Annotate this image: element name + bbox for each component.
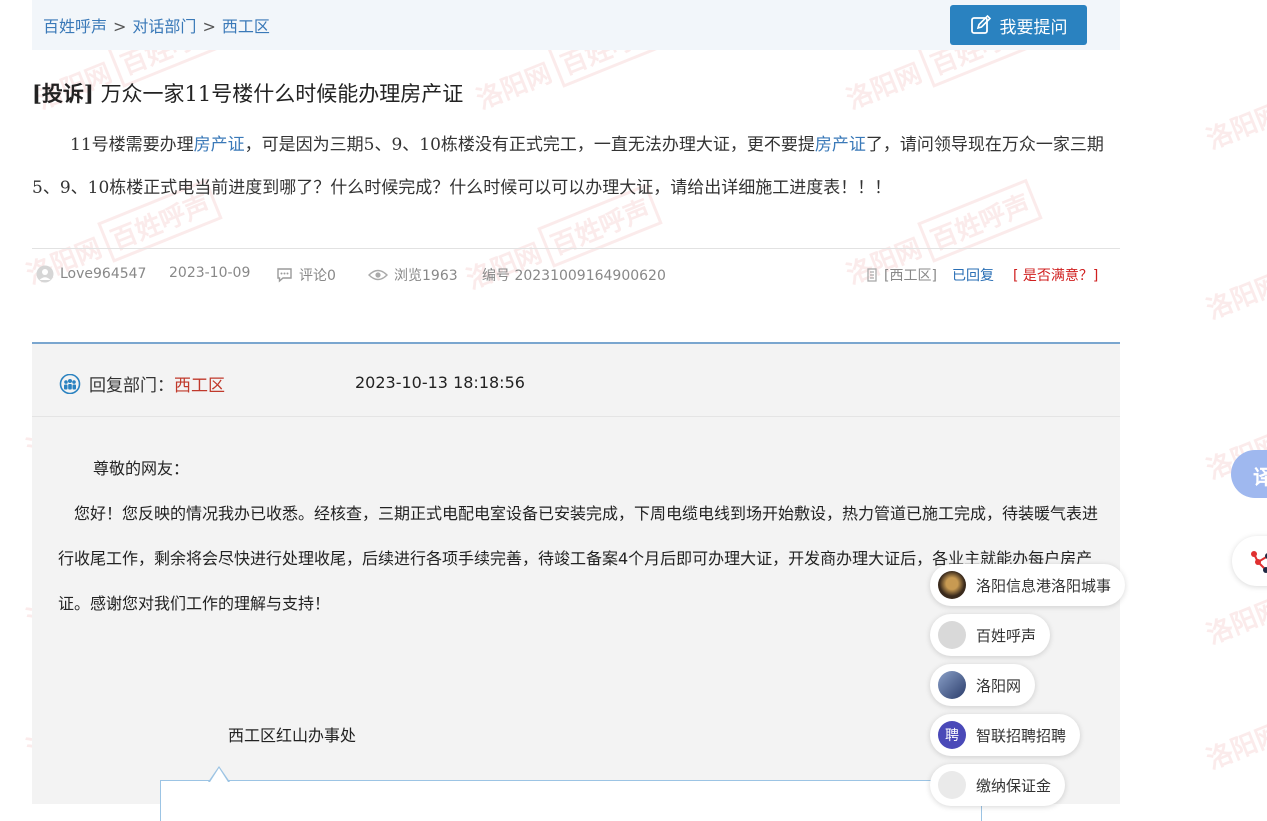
user-icon [36, 265, 54, 283]
chip-luoyang-xinxigang[interactable]: 洛阳信息港洛阳城事 [930, 564, 1126, 606]
post-body: 11号楼需要办理房产证，可是因为三期5、9、10栋楼没有正式完工，一直无法办理大… [32, 124, 1120, 210]
comment-icon [277, 268, 292, 283]
chip-label: 百姓呼声 [976, 626, 1037, 645]
chip-baozhengjin[interactable]: 缴纳保证金 [930, 764, 1066, 806]
department-icon [59, 373, 81, 394]
chip-label: 洛阳网 [976, 676, 1022, 695]
ask-question-button[interactable]: 我要提问 [950, 5, 1087, 45]
edit-icon [970, 14, 991, 34]
post-title-text: 万众一家11号楼什么时候能办理房产证 [100, 82, 464, 106]
translate-float-button[interactable]: 译 [1231, 450, 1267, 498]
post-body-part: 11号楼需要办理 [70, 135, 194, 155]
view-count: 浏览1963 [368, 265, 458, 285]
satisfaction-text: [ 是否满意？] [1013, 268, 1099, 284]
translate-icon: 译 [1253, 465, 1267, 489]
author[interactable]: Love964547 [36, 265, 146, 283]
comment-box-pointer [208, 766, 230, 782]
reply-content: 您好！您反映的情况我办已收悉。经核查，三期正式电配电室设备已安装完成，下周电缆电… [58, 504, 1099, 613]
post-tag: [投诉] [32, 81, 94, 106]
keyword-link[interactable]: 房产证 [815, 135, 866, 155]
post-number-text: 编号 20231009164900620 [482, 268, 666, 284]
post-date: 2023-10-09 [169, 265, 250, 281]
keyword-link[interactable]: 房产证 [194, 135, 245, 155]
avatar [938, 671, 966, 699]
chip-label: 缴纳保证金 [976, 776, 1052, 795]
comment-count[interactable]: 评论0 [276, 265, 336, 285]
breadcrumb-item-district[interactable]: 西工区 [222, 17, 270, 36]
watermark-site: 洛阳网 [472, 58, 557, 116]
district-tag-text: [西工区] [884, 268, 937, 284]
breadcrumb-bar: 百姓呼声 > 对话部门 > 西工区 我要提问 [32, 0, 1120, 50]
chip-label: 智联招聘招聘 [976, 726, 1067, 745]
reply-status: 已回复 [952, 265, 994, 285]
district-tag[interactable]: [西工区] [866, 265, 937, 285]
watermark-site: 洛阳网 [1202, 718, 1267, 776]
mindmap-icon [1251, 551, 1267, 573]
post-meta: Love964547 2023-10-09 评论0 浏览1963 编号 2023… [32, 248, 1120, 299]
chip-label: 洛阳信息港洛阳城事 [976, 576, 1112, 595]
avatar [938, 621, 966, 649]
post-date-text: 2023-10-09 [169, 265, 251, 281]
satisfaction-link[interactable]: [ 是否满意？] [1013, 265, 1098, 285]
ask-question-label: 我要提问 [999, 17, 1068, 38]
reply-greeting: 尊敬的网友： [93, 459, 190, 478]
comment-count-text: 评论0 [299, 268, 336, 284]
watermark-site: 洛阳网 [1202, 268, 1267, 326]
watermark-site: 洛阳网 [842, 58, 927, 116]
breadcrumb-item-dialogue[interactable]: 对话部门 [132, 17, 196, 36]
reply-header: 回复部门： 西工区 2023-10-13 18:18:56 [32, 344, 1120, 417]
reply-status-text: 已回复 [952, 268, 994, 284]
mindmap-float-button[interactable] [1232, 536, 1267, 586]
building-icon [867, 268, 877, 282]
breadcrumb-separator: > [113, 17, 127, 36]
chip-luoyang-wang[interactable]: 洛阳网 [930, 664, 1036, 706]
watermark: 洛阳网百姓呼声 [1199, 664, 1267, 780]
eye-icon [368, 269, 388, 281]
watermark: 洛阳网百姓呼声 [1199, 44, 1267, 160]
reply-signature: 西工区红山办事处 [228, 726, 357, 745]
post-title: [投诉] 万众一家11号楼什么时候能办理房产证 [32, 78, 463, 108]
reply-department-name[interactable]: 西工区 [174, 371, 225, 396]
comment-box[interactable] [160, 780, 982, 821]
avatar [938, 571, 966, 599]
reply-time: 2023-10-13 18:18:56 [355, 373, 525, 392]
chip-baixing-husheng[interactable]: 百姓呼声 [930, 614, 1051, 656]
post-body-part: ，可是因为三期5、9、10栋楼没有正式完工，一直无法办理大证，更不要提 [244, 135, 815, 155]
avatar [938, 771, 966, 799]
chip-zhilian-zhaopin[interactable]: 聘 智联招聘招聘 [930, 714, 1081, 756]
watermark-site: 洛阳网 [1202, 98, 1267, 156]
breadcrumb-separator: > [202, 17, 216, 36]
reply-department-label: 回复部门： [89, 376, 174, 396]
author-name: Love964547 [60, 266, 147, 282]
breadcrumb: 百姓呼声 > 对话部门 > 西工区 [43, 13, 270, 37]
post-number: 编号 20231009164900620 [482, 265, 666, 285]
view-count-text: 浏览1963 [394, 268, 458, 284]
watermark-site: 洛阳网 [1202, 593, 1267, 651]
breadcrumb-item-home[interactable]: 百姓呼声 [43, 17, 107, 36]
avatar: 聘 [938, 721, 966, 749]
reply-department: 回复部门： 西工区 [59, 371, 225, 396]
watermark: 洛阳网百姓呼声 [1199, 214, 1267, 330]
